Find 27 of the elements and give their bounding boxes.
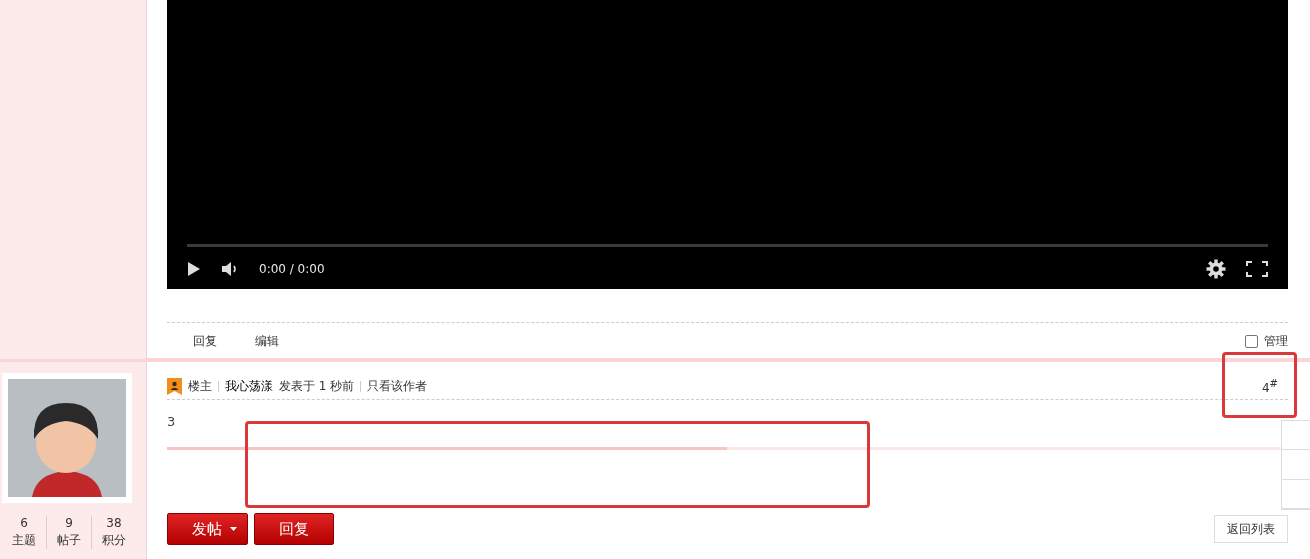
stat-count: 38 — [106, 516, 122, 530]
new-post-button[interactable]: 发帖 — [167, 513, 248, 545]
author-name-link[interactable]: 我心荡漾 — [225, 377, 273, 395]
manage-checkbox[interactable]: 管理 — [1245, 332, 1288, 350]
post-action-link[interactable]: 回复 — [193, 332, 217, 350]
post-content: 3 — [167, 414, 177, 429]
volume-icon[interactable] — [221, 261, 239, 277]
stat-label[interactable]: 主题 — [12, 532, 36, 549]
progress-track[interactable] — [187, 244, 1268, 247]
play-icon[interactable] — [187, 261, 201, 277]
stat-label[interactable]: 帖子 — [57, 532, 81, 549]
caret-icon[interactable] — [230, 527, 237, 531]
floor-number[interactable]: 4$^{#}$ — [1261, 377, 1278, 395]
time-display: 0:00 / 0:00 — [259, 262, 325, 276]
stat-count: 9 — [65, 516, 73, 530]
author-role: 楼主 — [188, 377, 212, 395]
fullscreen-icon[interactable] — [1246, 261, 1268, 277]
stat-count: 6 — [20, 516, 28, 530]
video-player[interactable]: 0:00 / 0:00 — [167, 0, 1288, 289]
user-badge-icon — [167, 377, 182, 395]
post-action-link[interactable]: 编辑 — [255, 332, 279, 350]
settings-icon[interactable] — [1206, 259, 1226, 279]
post-time: 发表于 1 秒前 — [279, 377, 355, 395]
stat-label[interactable]: 积分 — [102, 532, 126, 549]
back-to-list-button[interactable]: 返回列表 — [1214, 515, 1288, 543]
reply-button[interactable]: 回复 — [254, 513, 334, 545]
author-only-link[interactable]: 只看该作者 — [367, 377, 428, 395]
